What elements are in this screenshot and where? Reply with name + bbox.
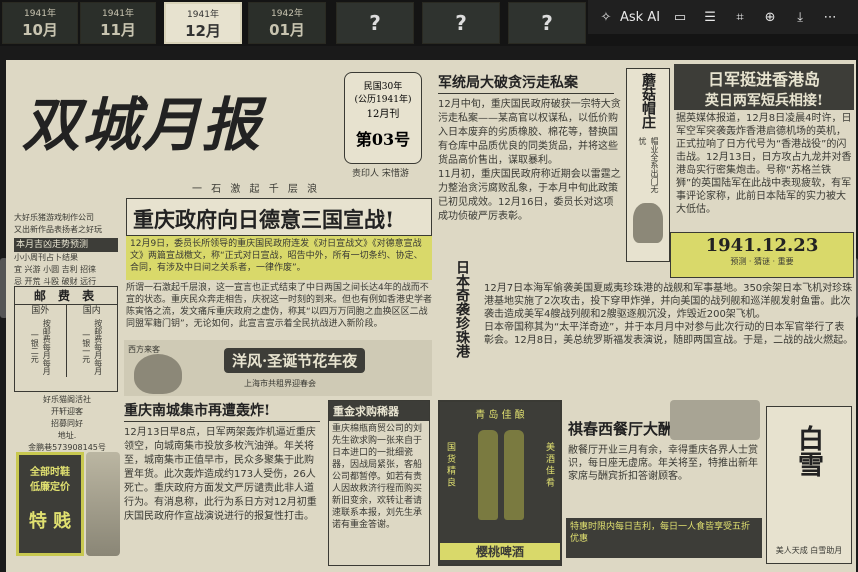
hongkong-date: 1941.12.23 (705, 235, 819, 256)
zoom-in-icon[interactable]: ⊕ (760, 7, 780, 27)
corruption-body: 12月中旬，重庆国民政府破获一宗特大贪污走私案——某高官以权谋私，以低价购入日本… (438, 99, 621, 222)
bomb-body: 12月13日早8点，日军两架轰炸机逼近重庆领空，向城南集市投放多枚汽油弹。年关将… (124, 427, 317, 522)
gold-ad: 重金求购稀器 重庆棉瓶商贸公司的刘先生欲求购一张来自于日本进口的一批细瓷器，因战… (328, 400, 430, 566)
shoe-top: 全部时鞋 (30, 467, 70, 478)
restaurant-body: 敝餐厅开业三月有余，幸得重庆各界人士赏识，每日座无虚席。年关将至，特推出新年家席… (568, 445, 758, 482)
hongkong-date-sub: 预测 · 猜谜 · 重要 (730, 257, 794, 266)
issue-badge: 民国30年 (公历1941年) 12月刊 第03号 (344, 72, 422, 164)
tab-month: 10月 (22, 21, 58, 39)
layout-icon[interactable]: ☰ (700, 7, 720, 27)
cosmetic-ad: 白雪 美人天成 白雪助月 (766, 406, 852, 564)
cosmetic-caption: 美人天成 白雪助月 (775, 546, 843, 555)
santa-ad: 西方来客 洋风·圣诞节花车夜 上海市共租界迎春会 (124, 340, 432, 396)
santa-sub: 上海市共租界迎春会 (244, 379, 316, 388)
pearl-lightning-frame: 日本奇袭珍珠港 (442, 260, 482, 398)
beer-side-left: 国 货 精 良 (445, 442, 455, 487)
tab-month: 12月 (185, 22, 221, 40)
sparkle-icon: ✧ (600, 9, 612, 25)
headline-kicker: 一 石 激 起 千 层 浪 (192, 184, 321, 195)
masthead-title: 双城月报 (22, 91, 263, 159)
fortune-table: 宜 兴游 小圆 吉利 招徕 忌 开荒 斗殴 破财 远行 (14, 265, 97, 286)
hongkong-title-2: 英日两军短兵相接! (704, 93, 824, 109)
santa-title: 洋风·圣诞节花车夜 (224, 348, 366, 373)
headline-body: 所谓一石激起千层浪，这一宣言也正式结束了中日两国之间长达4年的战而不宣的状态。重… (126, 283, 432, 329)
tab-locked-3[interactable]: ? (508, 2, 586, 44)
mushroom-ad: 蘑菇帽庄 帽业全系出门无忧 (626, 68, 670, 262)
restaurant-food-icon (670, 400, 760, 440)
postage-title: 邮 费 表 (33, 289, 99, 303)
shoe-portrait-icon (86, 452, 120, 556)
ask-ai-button[interactable]: ✧ Ask AI (596, 7, 661, 27)
issue-year: 民国30年 (363, 82, 403, 92)
tab-year: 1941年 (187, 10, 219, 20)
postage-table: 邮 费 表 国外 按邮费每月每月一银二元 国内 按邮费每月每月一银一元 (14, 286, 118, 392)
issue-month: 12月刊 (366, 109, 400, 120)
download-icon[interactable]: ⤓ (790, 7, 810, 27)
tab-year: 1942年 (271, 9, 303, 19)
santa-illustration-icon (134, 354, 182, 394)
tab-month: 11月 (100, 21, 136, 39)
tab-1941-10[interactable]: 1941年 10月 (2, 2, 78, 44)
mushroom-title: 蘑菇帽庄 (640, 73, 656, 129)
beer-top: 青 岛 佳 酿 (475, 410, 525, 421)
locked-question-icon: ? (455, 11, 467, 35)
beer-bottle-icon (478, 430, 498, 520)
left-ad-column: 大好乐猪游戏制作公司 又出新作品表扬者之好玩 本月吉凶走势预测 小小周刊占卜结果… (14, 212, 118, 288)
viewer-toolbar: ✧ Ask AI ▭ ☰ ⌗ ⊕ ⤓ ⋯ (588, 0, 858, 34)
hongkong-title-1: 日军挺进香港岛 (707, 70, 820, 89)
restaurant-banner: 特惠时限内每日吉利，每日一人食皆享受五折优惠 (566, 518, 762, 558)
postage-col-domestic: 国内 (82, 306, 101, 316)
crop-icon[interactable]: ⌗ (730, 7, 750, 27)
issue-ad-year: (公历1941年) (354, 95, 412, 105)
gold-title: 重金求购稀器 (329, 401, 429, 421)
headline-lead: 12月9日，委员长所领导的重庆国民政府连发《对日宣战文》《对德意宣战文》两篇宣战… (126, 236, 432, 280)
postage-rates-domestic: 按邮费每月每月一银一元 (81, 319, 103, 375)
headline-frame: 重庆政府向日德意三国宣战! (126, 198, 432, 236)
fortune-promo-sub: 小小周刊占卜结果 (14, 253, 78, 262)
hongkong-headline-frame: 日军挺进香港岛 英日两军短兵相接! (674, 64, 854, 110)
pearl-body: 12月7日本海军偷袭美国夏威夷珍珠港的战舰和军事基地。350余架日本飞机对珍珠港… (484, 283, 854, 346)
tab-locked-1[interactable]: ? (336, 2, 414, 44)
locked-question-icon: ? (369, 11, 381, 35)
locked-question-icon: ? (541, 11, 553, 35)
tab-1941-11[interactable]: 1941年 11月 (80, 2, 156, 44)
shop-sub: 又出新作品表扬者之好玩 (14, 225, 102, 234)
hongkong-date-banner: 1941.12.23 预测 · 猜谜 · 重要 (670, 232, 854, 278)
corruption-title: 军统局大破贪污走私案 (438, 75, 578, 91)
tab-1942-01[interactable]: 1942年 01月 (248, 2, 326, 44)
comment-icon[interactable]: ▭ (670, 7, 690, 27)
cosmetic-sign: 白雪 (793, 425, 824, 477)
ask-ai-label: Ask AI (620, 9, 661, 25)
beer-bottle-icon (504, 430, 524, 520)
shoe-ad: 全部时鞋 低廉定价 特 贱 (16, 452, 84, 556)
hat-illustration-icon (633, 203, 663, 243)
tab-locked-2[interactable]: ? (422, 2, 500, 44)
postage-col-foreign: 国外 (31, 306, 50, 316)
pearl-vertical-title: 日本奇袭珍珠港 (454, 260, 470, 358)
hongkong-body: 据英媒体报道，12月8日凌晨4时许，日军空军突袭轰炸香港启德机场的英机，正式拉响… (676, 113, 852, 215)
tab-year: 1941年 (102, 9, 134, 19)
fortune-promo: 本月吉凶走势预测 (14, 238, 118, 252)
tab-month: 01月 (269, 21, 305, 39)
shoe-mid: 低廉定价 (30, 482, 70, 493)
tab-year: 1941年 (24, 9, 56, 19)
tab-1941-12[interactable]: 1941年 12月 (164, 2, 242, 44)
beer-ad: 青 岛 佳 酿 国 货 精 良 美 酒 佳 肴 樱桃啤酒 (438, 400, 562, 566)
shoe-big: 特 贱 (28, 511, 72, 532)
mascot-ad: 好乐猫阁活社 开轩迎客 招募同好 地址. 金鹏巷573908145号 (28, 395, 106, 452)
gold-body: 重庆棉瓶商贸公司的刘先生欲求购一张来自于日本进口的一批细瓷器，因战局紧张，客船公… (332, 424, 423, 530)
more-icon[interactable]: ⋯ (820, 7, 840, 27)
newspaper-page: 双城月报 民国30年 (公历1941年) 12月刊 第03号 责印人 宋惜游 一… (6, 60, 856, 572)
bomb-title: 重庆南城集市再遭轰炸! (124, 403, 271, 419)
beer-side-right: 美 酒 佳 肴 (544, 442, 554, 487)
issue-number: 第03号 (355, 130, 411, 149)
bomb-headline-frame: 重庆南城集市再遭轰炸! (124, 400, 320, 422)
postage-rates-foreign: 按邮费每月每月一银二元 (30, 319, 52, 375)
shop-name: 大好乐猪游戏制作公司 (14, 213, 94, 222)
mushroom-side: 帽业全系出门无忧 (638, 137, 659, 193)
publisher: 责印人 宋惜游 (352, 169, 409, 179)
corruption-headline-frame: 军统局大破贪污走私案 (438, 68, 614, 94)
beer-name: 樱桃啤酒 (440, 543, 560, 560)
headline-title: 重庆政府向日德意三国宣战! (133, 207, 395, 232)
